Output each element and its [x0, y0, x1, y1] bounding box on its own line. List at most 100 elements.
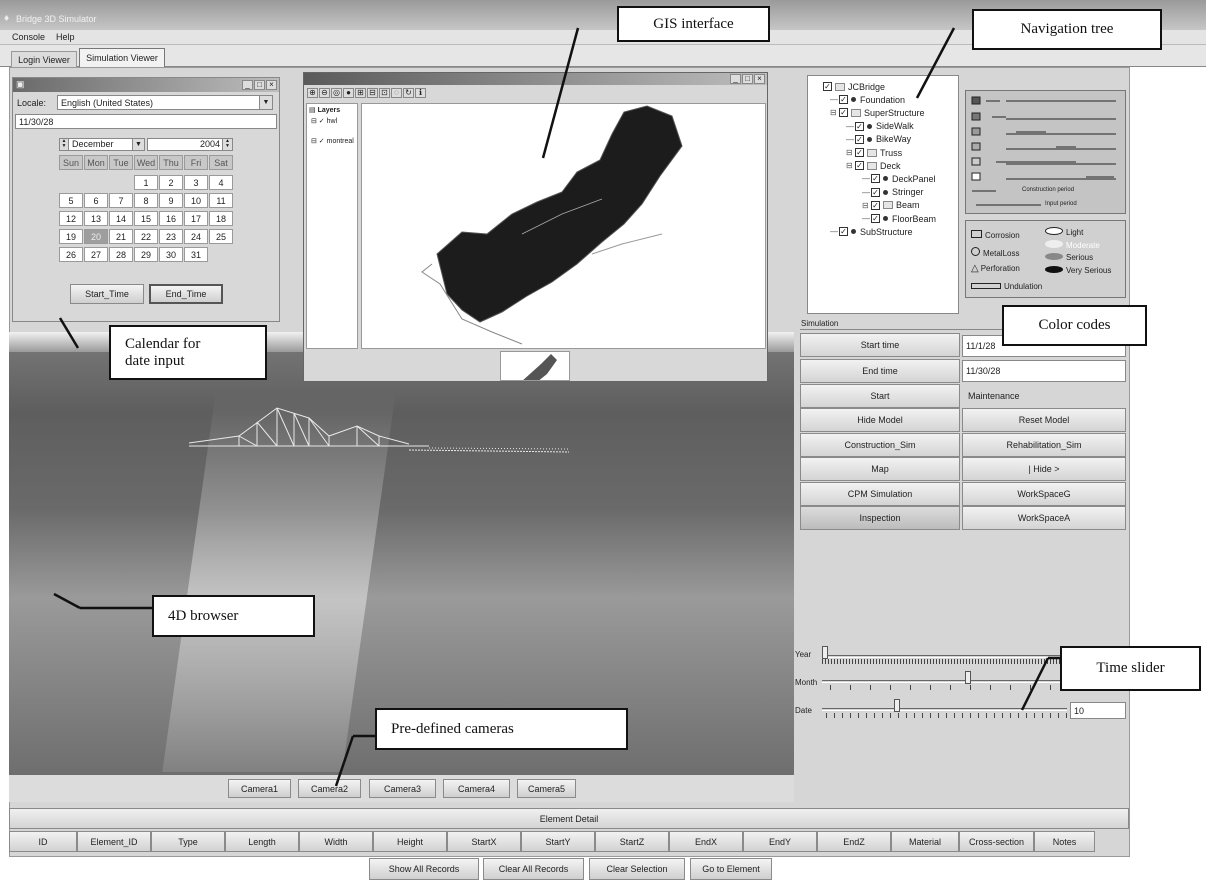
day-cell[interactable]: 5 — [59, 193, 83, 208]
checkbox-icon[interactable]: ✓ — [855, 134, 864, 144]
tree-node[interactable]: — ✓ BikeWay — [846, 133, 911, 146]
layers-root[interactable]: ▤ Layers — [309, 106, 340, 114]
day-cell[interactable]: 27 — [84, 247, 108, 262]
end-time-field[interactable]: 11/30/28 — [962, 360, 1126, 382]
close-icon[interactable]: × — [266, 80, 277, 90]
simulation-button[interactable]: Reset Model — [962, 408, 1126, 432]
year-spinner[interactable]: 2004 ▲ ▼ — [147, 138, 233, 151]
column-header[interactable]: EndY — [743, 831, 817, 852]
date-slider-thumb[interactable] — [894, 699, 900, 712]
day-cell[interactable]: 21 — [109, 229, 133, 244]
tree-node[interactable]: ⊟ ✓ Truss — [846, 146, 902, 159]
pan-icon[interactable]: ⊡ — [379, 88, 390, 98]
day-cell[interactable]: 30 — [159, 247, 183, 262]
day-cell[interactable]: 14 — [109, 211, 133, 226]
end-time-button[interactable]: End_Time — [149, 284, 223, 304]
tree-node[interactable]: — ✓ FloorBeam — [862, 212, 936, 225]
day-cell[interactable]: 26 — [59, 247, 83, 262]
zoom-prev-icon[interactable]: ⊟ — [367, 88, 378, 98]
date-value-field[interactable]: 10 — [1070, 702, 1126, 719]
show-all-records-button[interactable]: Show All Records — [369, 858, 479, 880]
simulation-button[interactable]: CPM Simulation — [800, 481, 960, 506]
refresh-icon[interactable]: ↻ — [403, 88, 414, 98]
date-field[interactable]: 11/30/28 — [15, 114, 277, 129]
gis-minimize-icon[interactable]: _ — [730, 74, 741, 84]
column-header[interactable]: Width — [299, 831, 373, 852]
day-cell[interactable]: 23 — [159, 229, 183, 244]
simulation-button[interactable]: Hide Model — [800, 408, 960, 432]
checkbox-icon[interactable]: ✓ — [839, 95, 848, 105]
year-slider-thumb[interactable] — [822, 646, 828, 659]
tree-node[interactable]: — ✓ SubStructure — [830, 225, 913, 238]
go-to-element-button[interactable]: Go to Element — [690, 858, 772, 880]
gis-overview-map[interactable] — [500, 351, 570, 381]
day-cell[interactable]: 24 — [184, 229, 208, 244]
checkbox-icon[interactable]: ✓ — [839, 227, 848, 237]
checkbox-icon[interactable]: ✓ — [871, 174, 880, 184]
gis-map-canvas[interactable] — [361, 103, 766, 349]
camera3-button[interactable]: Camera3 — [369, 779, 436, 798]
day-cell[interactable]: 1 — [134, 175, 158, 190]
minimize-icon[interactable]: _ — [242, 80, 253, 90]
menu-help[interactable]: Help — [56, 32, 75, 42]
column-header[interactable]: Height — [373, 831, 447, 852]
camera5-button[interactable]: Camera5 — [517, 779, 576, 798]
simulation-button[interactable]: Rehabilitation_Sim — [962, 432, 1126, 457]
tree-node[interactable]: — ✓ Stringer — [862, 186, 924, 199]
gis-maximize-icon[interactable]: □ — [742, 74, 753, 84]
column-header[interactable]: Cross-section — [959, 831, 1034, 852]
tab-login-viewer[interactable]: Login Viewer — [11, 51, 77, 67]
day-cell[interactable]: 29 — [134, 247, 158, 262]
column-header[interactable]: ID — [9, 831, 77, 852]
day-cell[interactable]: 20 — [84, 229, 108, 244]
end-time-button[interactable]: End time — [800, 359, 960, 383]
globe-icon[interactable]: ● — [343, 88, 354, 98]
checkbox-icon[interactable]: ✓ — [871, 214, 880, 223]
simulation-button[interactable]: | Hide > — [962, 457, 1126, 481]
simulation-button[interactable]: WorkSpaceA — [962, 506, 1126, 530]
day-cell[interactable]: 17 — [184, 211, 208, 226]
maximize-icon[interactable]: □ — [254, 80, 265, 90]
tree-node[interactable]: — ✓ Foundation — [830, 93, 905, 106]
menu-console[interactable]: Console — [12, 32, 45, 42]
month-spinner[interactable]: ▲ ▼ December ▼ — [59, 138, 145, 151]
checkbox-icon[interactable]: ✓ — [871, 200, 880, 210]
month-dropdown-icon[interactable]: ▼ — [132, 139, 144, 150]
column-header[interactable]: StartY — [521, 831, 595, 852]
start-simulation-button[interactable]: Start — [800, 384, 960, 408]
camera2-button[interactable]: Camera2 — [298, 779, 361, 798]
day-cell[interactable]: 18 — [209, 211, 233, 226]
day-cell[interactable]: 3 — [184, 175, 208, 190]
column-header[interactable]: Notes — [1034, 831, 1095, 852]
month-slider-thumb[interactable] — [965, 671, 971, 684]
locale-select[interactable]: English (United States) ▼ — [57, 95, 273, 110]
layer-item[interactable]: ⊟ ✓ montreal — [311, 137, 354, 145]
checkbox-icon[interactable]: ✓ — [855, 121, 864, 131]
day-cell[interactable]: 2 — [159, 175, 183, 190]
column-header[interactable]: StartZ — [595, 831, 669, 852]
year-spinner-arrows-icon[interactable]: ▲ ▼ — [222, 139, 232, 150]
expand-toggle-icon[interactable]: ⊟ — [846, 148, 855, 157]
checkbox-icon[interactable]: ✓ — [871, 187, 880, 197]
clear-all-records-button[interactable]: Clear All Records — [483, 858, 584, 880]
tree-node[interactable]: — ✓ DeckPanel — [862, 172, 936, 185]
tree-node[interactable]: ⊟ ✓ Deck — [846, 159, 901, 172]
camera4-button[interactable]: Camera4 — [443, 779, 510, 798]
day-cell[interactable]: 19 — [59, 229, 83, 244]
zoom-in-icon[interactable]: ⊕ — [307, 88, 318, 98]
start-time-button[interactable]: Start_Time — [70, 284, 144, 304]
day-cell[interactable]: 10 — [184, 193, 208, 208]
simulation-button[interactable]: Map — [800, 457, 960, 481]
column-header[interactable]: StartX — [447, 831, 521, 852]
day-cell[interactable]: 31 — [184, 247, 208, 262]
month-slider[interactable] — [822, 670, 1067, 692]
zoom-box-icon[interactable]: ⊞ — [355, 88, 366, 98]
column-header[interactable]: Element_ID — [77, 831, 151, 852]
clear-selection-button[interactable]: Clear Selection — [589, 858, 685, 880]
column-header[interactable]: Material — [891, 831, 959, 852]
day-cell[interactable]: 22 — [134, 229, 158, 244]
checkbox-icon[interactable]: ✓ — [839, 108, 848, 118]
camera1-button[interactable]: Camera1 — [228, 779, 291, 798]
day-cell[interactable]: 11 — [209, 193, 233, 208]
tree-node[interactable]: ✓ JCBridge — [814, 80, 885, 93]
